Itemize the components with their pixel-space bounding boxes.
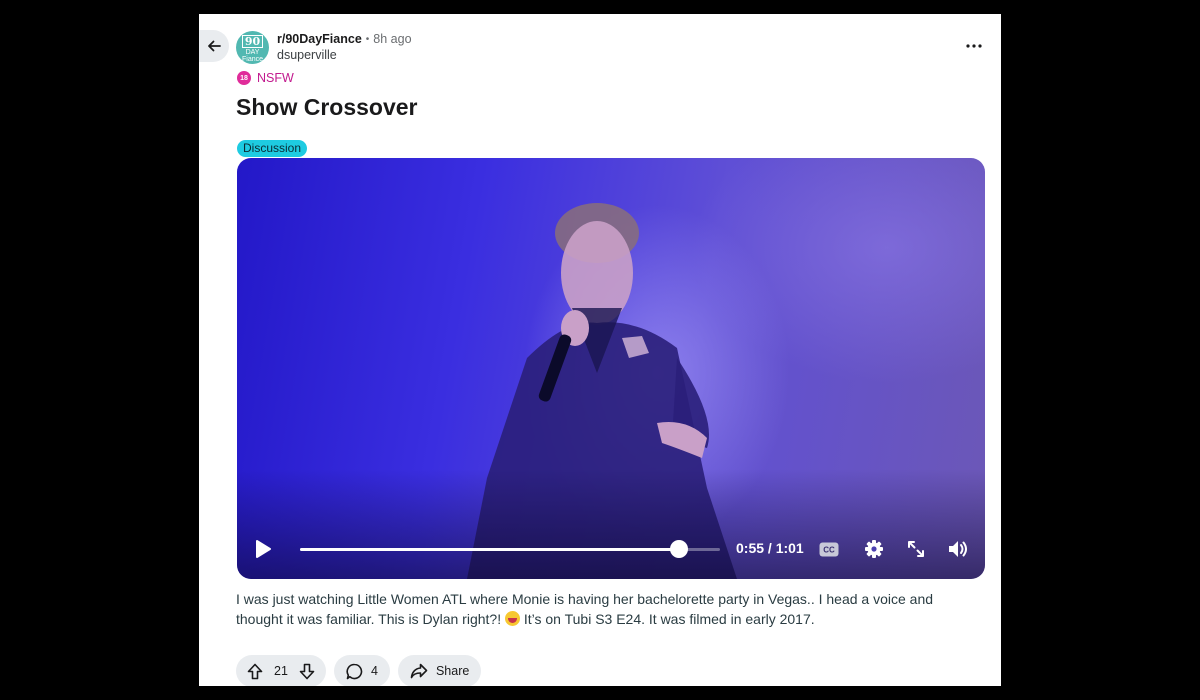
captions-button[interactable]: CC [817,537,841,561]
post-body-text-end: It’s on Tubi S3 E24. It was filmed in ea… [519,611,815,627]
post-actions: 21 4 Share [236,655,482,686]
post-body: I was just watching Little Women ATL whe… [236,589,956,629]
author-link[interactable]: dsuperville [277,48,412,62]
video-controls: 0:55 / 1:01 CC [237,523,985,579]
settings-icon [865,540,883,558]
post-card: 90 DAY Fiance r/90DayFiance • 8h ago dsu… [199,14,1001,686]
video-time: 0:55 / 1:01 [736,540,804,556]
comment-count: 4 [371,664,378,678]
avatar-text-day: DAY [245,48,260,56]
laughing-emoji-icon [504,611,520,626]
comments-button[interactable]: 4 [334,655,390,686]
progress-scrubber[interactable] [669,540,688,558]
play-icon [256,540,271,558]
vote-control: 21 [236,655,326,686]
avatar-text-fiance: Fiance [241,55,263,63]
cc-text: CC [823,545,835,554]
upvote-button[interactable] [244,660,266,682]
video-player[interactable]: 0:55 / 1:01 CC [237,158,985,579]
upvote-icon [247,663,263,679]
volume-button[interactable] [945,536,971,562]
share-icon [410,663,428,679]
post-flair[interactable]: Discussion [237,140,308,157]
progress-bar[interactable] [300,540,720,558]
share-button[interactable]: Share [397,655,482,686]
volume-icon [949,541,967,557]
play-button[interactable] [251,537,275,561]
nsfw-tag: 18 NSFW [237,71,294,85]
share-label: Share [435,664,470,678]
more-icon [966,44,982,48]
downvote-icon [299,663,315,679]
comment-icon [346,663,363,679]
more-options-button[interactable] [959,34,989,58]
vote-count: 21 [274,664,288,678]
subreddit-avatar[interactable]: 90 DAY Fiance [236,31,269,64]
cc-icon: CC [819,542,839,556]
back-arrow-icon [208,40,221,52]
avatar-text-90: 90 [241,34,264,48]
post-meta: r/90DayFiance • 8h ago dsuperville [277,32,412,62]
subreddit-link[interactable]: r/90DayFiance [277,32,362,46]
fullscreen-button[interactable] [903,536,929,562]
post-time: 8h ago [373,32,412,46]
downvote-button[interactable] [296,660,318,682]
progress-fill [300,548,679,551]
nsfw-label: NSFW [257,71,294,85]
nsfw-badge: 18 [237,71,251,85]
fullscreen-icon [908,541,924,557]
back-button[interactable] [199,30,229,62]
post-title: Show Crossover [236,94,418,120]
settings-button[interactable] [861,536,887,562]
meta-separator: • [365,33,370,45]
